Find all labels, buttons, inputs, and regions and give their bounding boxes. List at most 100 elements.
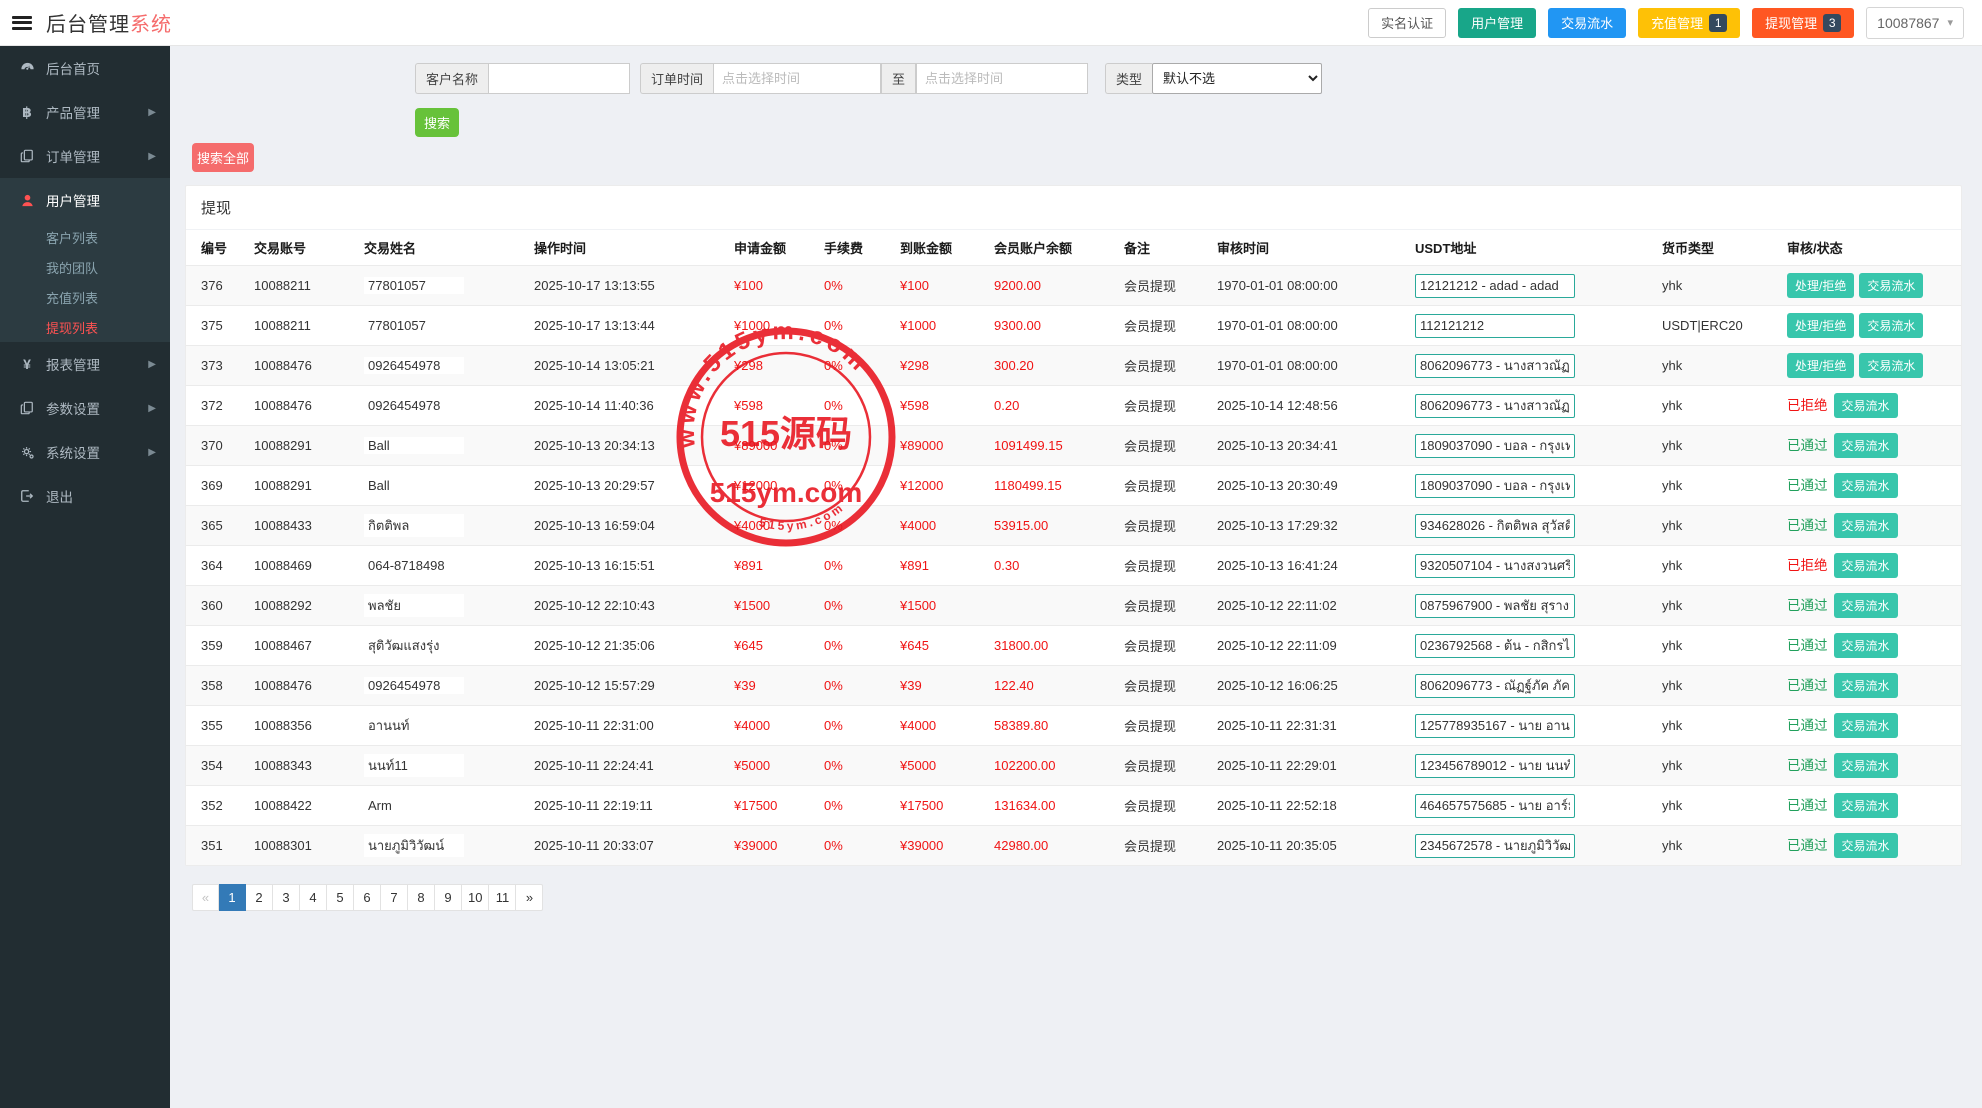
page-button-»[interactable]: » (516, 884, 543, 911)
page-button-9[interactable]: 9 (435, 884, 462, 911)
cell-usdt-address (1407, 546, 1654, 586)
page-button-4[interactable]: 4 (300, 884, 327, 911)
trade-flow-button[interactable]: 交易流水 (1834, 713, 1898, 738)
usdt-address-input[interactable] (1415, 434, 1575, 458)
time-start-input[interactable] (713, 63, 881, 94)
cell-audit-time: 2025-10-13 20:30:49 (1209, 466, 1407, 506)
cell-remark: 会员提现 (1116, 586, 1209, 626)
trade-flow-button[interactable]: 交易流水 (1834, 473, 1898, 498)
sidebar-subitem-withdraw-list[interactable]: 提现列表 (0, 312, 170, 342)
trade-flow-button[interactable]: 交易流水 (1859, 273, 1923, 298)
sidebar-item-users[interactable]: 用户管理 (0, 178, 170, 222)
cell-currency: yhk (1654, 426, 1779, 466)
cell-balance: 300.20 (986, 346, 1116, 386)
usdt-address-input[interactable] (1415, 834, 1575, 858)
sidebar-item-dashboard[interactable]: 后台首页 (0, 46, 170, 90)
sidebar-item-system[interactable]: 系统设置 ▶ (0, 430, 170, 474)
usdt-address-input[interactable] (1415, 594, 1575, 618)
column-header: 备注 (1116, 230, 1209, 266)
name-box: 0926454978 (364, 357, 464, 374)
column-header: 审核时间 (1209, 230, 1407, 266)
chevron-right-icon: ▶ (148, 403, 156, 414)
hamburger-menu-icon[interactable] (12, 16, 32, 30)
column-header: USDT地址 (1407, 230, 1654, 266)
sidebar-item-reports[interactable]: ¥ 报表管理 ▶ (0, 342, 170, 386)
usdt-address-input[interactable] (1415, 394, 1575, 418)
page-button-3[interactable]: 3 (273, 884, 300, 911)
page-button-10[interactable]: 10 (462, 884, 489, 911)
page-button-1[interactable]: 1 (219, 884, 246, 911)
usdt-address-input[interactable] (1415, 634, 1575, 658)
time-end-input[interactable] (916, 63, 1088, 94)
handle-reject-button[interactable]: 处理/拒绝 (1787, 273, 1854, 298)
page-button-8[interactable]: 8 (408, 884, 435, 911)
customer-name-label: 客户名称 (415, 63, 488, 94)
table-row: 36010088292พลชัย2025-10-12 22:10:43¥1500… (186, 586, 1961, 626)
cell-balance: 102200.00 (986, 746, 1116, 786)
user-id-dropdown[interactable]: 10087867 ▾ (1866, 7, 1964, 39)
usdt-address-input[interactable] (1415, 754, 1575, 778)
trade-flow-button[interactable]: 交易流水 (1834, 673, 1898, 698)
recharge-manage-button[interactable]: 充值管理1 (1638, 8, 1740, 38)
usdt-address-input[interactable] (1415, 274, 1575, 298)
trade-flow-button[interactable]: 交易流水 (1834, 753, 1898, 778)
cell-status: 已通过交易流水 (1779, 826, 1961, 866)
cell-usdt-address (1407, 466, 1654, 506)
withdraw-manage-button[interactable]: 提现管理3 (1752, 8, 1854, 38)
sidebar-item-label: 产品管理 (46, 102, 100, 122)
cell-remark: 会员提现 (1116, 506, 1209, 546)
sidebar-subitem-customer-list[interactable]: 客户列表 (0, 222, 170, 252)
trade-flow-button[interactable]: 交易流水 (1834, 433, 1898, 458)
page-button-5[interactable]: 5 (327, 884, 354, 911)
cell-balance: 0.20 (986, 386, 1116, 426)
trade-flow-top-button[interactable]: 交易流水 (1548, 8, 1626, 38)
status-text: 已拒绝 (1787, 398, 1828, 413)
realname-auth-button[interactable]: 实名认证 (1368, 8, 1446, 38)
cell-id: 373 (186, 346, 246, 386)
usdt-address-input[interactable] (1415, 714, 1575, 738)
page-button-«[interactable]: « (192, 884, 219, 911)
trade-flow-button[interactable]: 交易流水 (1834, 633, 1898, 658)
trade-flow-button[interactable]: 交易流水 (1834, 833, 1898, 858)
cell-balance: 31800.00 (986, 626, 1116, 666)
customer-name-input[interactable] (488, 63, 630, 94)
search-button[interactable]: 搜索 (415, 108, 459, 137)
handle-reject-button[interactable]: 处理/拒绝 (1787, 353, 1854, 378)
usdt-address-input[interactable] (1415, 794, 1575, 818)
search-all-button[interactable]: 搜索全部 (192, 143, 254, 172)
cell-op-time: 2025-10-12 21:35:06 (526, 626, 726, 666)
type-select[interactable]: 默认不选 (1152, 63, 1322, 94)
usdt-address-input[interactable] (1415, 554, 1575, 578)
sidebar-item-products[interactable]: ฿ 产品管理 ▶ (0, 90, 170, 134)
cell-id: 355 (186, 706, 246, 746)
sidebar-subitem-my-team[interactable]: 我的团队 (0, 252, 170, 282)
cell-arrive: ¥12000 (892, 466, 986, 506)
page-button-6[interactable]: 6 (354, 884, 381, 911)
sidebar-item-params[interactable]: 参数设置 ▶ (0, 386, 170, 430)
trade-flow-button[interactable]: 交易流水 (1834, 553, 1898, 578)
cell-usdt-address (1407, 786, 1654, 826)
trade-flow-button[interactable]: 交易流水 (1834, 513, 1898, 538)
page-button-11[interactable]: 11 (489, 884, 516, 911)
usdt-address-input[interactable] (1415, 314, 1575, 338)
sidebar-group-users: 用户管理 客户列表 我的团队 充值列表 提现列表 (0, 178, 170, 342)
sidebar-item-orders[interactable]: 订单管理 ▶ (0, 134, 170, 178)
user-manage-button[interactable]: 用户管理 (1458, 8, 1536, 38)
sidebar-subitem-recharge-list[interactable]: 充值列表 (0, 282, 170, 312)
name-box: อานนท์ (364, 714, 464, 737)
system-gear-icon (18, 445, 36, 460)
trade-flow-button[interactable]: 交易流水 (1834, 593, 1898, 618)
trade-flow-button[interactable]: 交易流水 (1859, 313, 1923, 338)
page-button-2[interactable]: 2 (246, 884, 273, 911)
sidebar-item-logout[interactable]: 退出 (0, 474, 170, 518)
cell-name: 0926454978 (356, 346, 526, 386)
usdt-address-input[interactable] (1415, 354, 1575, 378)
usdt-address-input[interactable] (1415, 674, 1575, 698)
usdt-address-input[interactable] (1415, 514, 1575, 538)
handle-reject-button[interactable]: 处理/拒绝 (1787, 313, 1854, 338)
trade-flow-button[interactable]: 交易流水 (1859, 353, 1923, 378)
trade-flow-button[interactable]: 交易流水 (1834, 393, 1898, 418)
page-button-7[interactable]: 7 (381, 884, 408, 911)
trade-flow-button[interactable]: 交易流水 (1834, 793, 1898, 818)
usdt-address-input[interactable] (1415, 474, 1575, 498)
